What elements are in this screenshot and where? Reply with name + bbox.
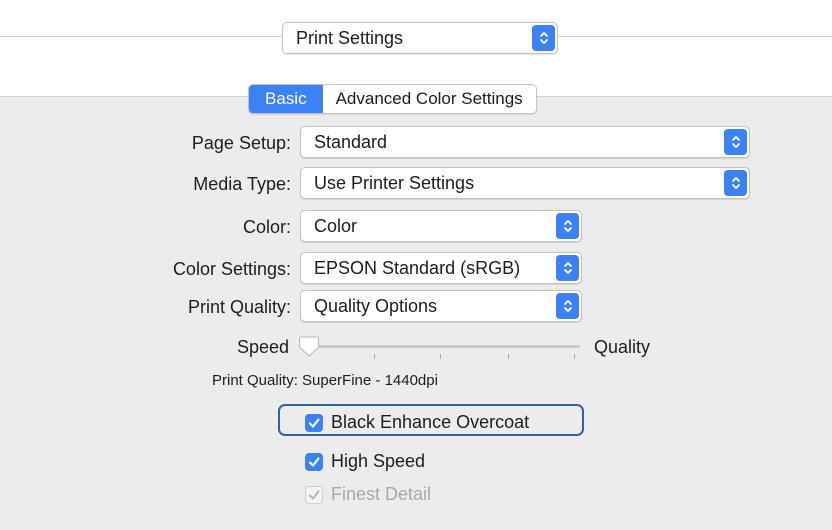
color-label: Color: <box>242 217 291 237</box>
finest-detail-label: Finest Detail <box>331 484 432 504</box>
print-quality-value: Quality Options <box>314 296 438 316</box>
checkmark-icon <box>305 452 323 471</box>
color-settings-label: Color Settings: <box>172 259 291 279</box>
black-enhance-overcoat-label: Black Enhance Overcoat <box>331 412 530 432</box>
print-quality-select[interactable]: Quality Options <box>300 290 582 322</box>
popup-arrows-icon <box>556 213 579 239</box>
color-value: Color <box>314 216 358 236</box>
color-settings-select[interactable]: EPSON Standard (sRGB) <box>300 252 582 284</box>
page-setup-label: Page Setup: <box>191 133 291 153</box>
page-setup-value: Standard <box>314 132 388 152</box>
checkmark-icon <box>305 485 323 504</box>
black-enhance-overcoat-checkbox[interactable]: Black Enhance Overcoat <box>305 412 529 433</box>
checkmark-icon <box>305 413 323 432</box>
media-type-select[interactable]: Use Printer Settings <box>300 167 750 199</box>
page-setup-select[interactable]: Standard <box>300 126 750 158</box>
print-settings-menu[interactable]: Print Settings <box>282 22 558 54</box>
print-quality-info: Print Quality: SuperFine - 1440dpi <box>212 372 438 389</box>
tab-bar: Basic Advanced Color Settings <box>248 84 537 114</box>
slider-tick <box>440 354 441 359</box>
color-settings-value: EPSON Standard (sRGB) <box>314 258 521 278</box>
tab-basic[interactable]: Basic <box>249 85 323 113</box>
slider-tick <box>574 354 575 359</box>
popup-arrows-icon <box>556 255 579 281</box>
slider-speed-label: Speed <box>236 337 289 357</box>
popup-arrows-icon <box>532 25 555 51</box>
media-type-label: Media Type: <box>193 174 291 194</box>
finest-detail-checkbox: Finest Detail <box>305 484 431 505</box>
slider-quality-label: Quality <box>594 337 651 357</box>
high-speed-label: High Speed <box>331 451 426 471</box>
media-type-value: Use Printer Settings <box>314 173 475 193</box>
slider-tick <box>508 354 509 359</box>
slider-tick <box>374 354 375 359</box>
quality-slider-thumb[interactable] <box>298 335 320 359</box>
popup-arrows-icon <box>556 293 579 319</box>
high-speed-checkbox[interactable]: High Speed <box>305 451 425 472</box>
popup-arrows-icon <box>724 129 747 155</box>
quality-slider-track[interactable] <box>304 345 580 348</box>
color-select[interactable]: Color <box>300 210 582 242</box>
popup-arrows-icon <box>724 170 747 196</box>
print-quality-label: Print Quality: <box>187 297 291 317</box>
print-settings-menu-value: Print Settings <box>296 28 404 48</box>
tab-advanced-color-settings[interactable]: Advanced Color Settings <box>323 85 536 113</box>
